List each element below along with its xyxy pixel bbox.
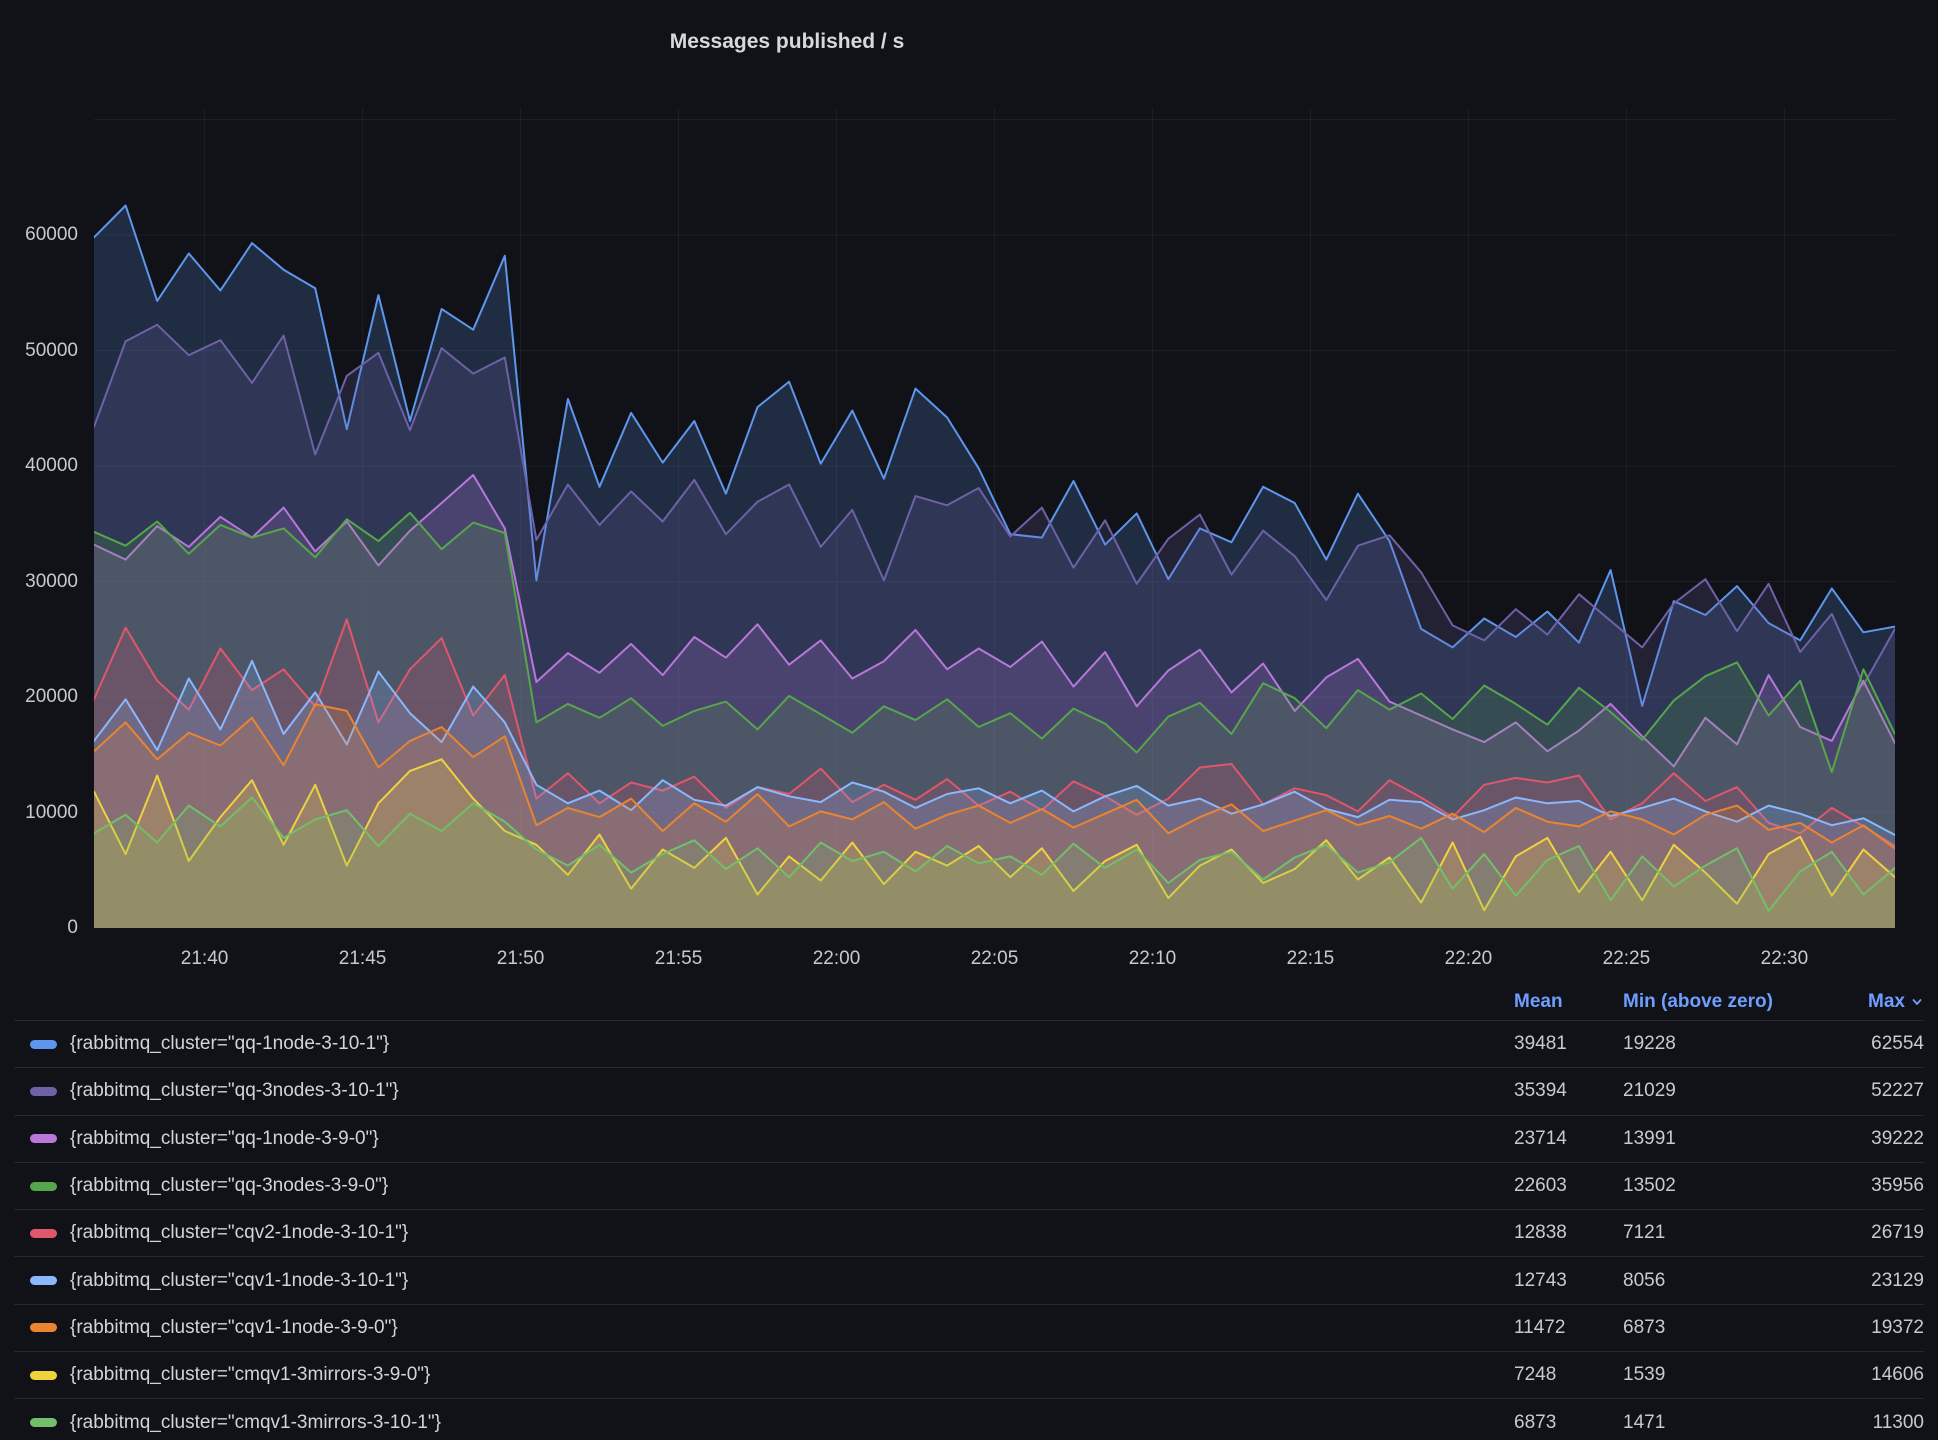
x-axis-label: 22:00	[777, 948, 897, 970]
legend-value-min_above_zero: 13502	[1623, 1175, 1854, 1197]
legend-row[interactable]: {rabbitmq_cluster="qq-3nodes-3-10-1"} 353…	[14, 1067, 1924, 1114]
series-color-swatch[interactable]	[30, 1182, 57, 1191]
legend-value-mean: 7248	[1514, 1364, 1623, 1386]
legend-row[interactable]: {rabbitmq_cluster="cmqv1-3mirrors-3-9-0"…	[14, 1351, 1924, 1398]
legend-series-label[interactable]: {rabbitmq_cluster="cqv1-1node-3-10-1"}	[70, 1270, 408, 1292]
legend-series-label[interactable]: {rabbitmq_cluster="cqv1-1node-3-9-0"}	[70, 1317, 398, 1339]
y-axis-label: 50000	[0, 340, 78, 362]
legend-value-min_above_zero: 1471	[1623, 1412, 1854, 1434]
legend-header: Mean Min (above zero) Max	[14, 984, 1924, 1020]
legend-header-max[interactable]: Max	[1854, 991, 1924, 1013]
series-color-swatch[interactable]	[30, 1040, 57, 1049]
x-axis-label: 21:50	[461, 948, 581, 970]
y-axis-label: 20000	[0, 686, 78, 708]
legend-row[interactable]: {rabbitmq_cluster="cmqv1-3mirrors-3-10-1…	[14, 1398, 1924, 1440]
legend-series-label[interactable]: {rabbitmq_cluster="qq-3nodes-3-9-0"}	[70, 1175, 388, 1197]
legend-value-min_above_zero: 7121	[1623, 1222, 1854, 1244]
legend-value-max: 39222	[1854, 1128, 1924, 1150]
legend-value-min_above_zero: 8056	[1623, 1270, 1854, 1292]
legend-series-label[interactable]: {rabbitmq_cluster="qq-1node-3-9-0"}	[70, 1128, 379, 1150]
legend-value-min_above_zero: 6873	[1623, 1317, 1854, 1339]
legend-value-max: 19372	[1854, 1317, 1924, 1339]
legend-row[interactable]: {rabbitmq_cluster="qq-1node-3-9-0"} 23714…	[14, 1115, 1924, 1162]
legend-table: Mean Min (above zero) Max {rabbitmq_clus…	[14, 984, 1924, 1440]
series-color-swatch[interactable]	[30, 1087, 57, 1096]
legend-value-max: 62554	[1854, 1033, 1924, 1055]
legend-value-mean: 39481	[1514, 1033, 1623, 1055]
legend-series-label[interactable]: {rabbitmq_cluster="cmqv1-3mirrors-3-9-0"…	[70, 1364, 430, 1386]
legend-row[interactable]: {rabbitmq_cluster="cqv2-1node-3-10-1"} 12…	[14, 1209, 1924, 1256]
series-color-swatch[interactable]	[30, 1276, 57, 1285]
y-axis-label: 0	[0, 917, 78, 939]
x-axis-label: 22:20	[1408, 948, 1528, 970]
legend-value-min_above_zero: 19228	[1623, 1033, 1854, 1055]
chart-plot-area[interactable]	[94, 108, 1895, 928]
x-axis-label: 21:55	[619, 948, 739, 970]
legend-series-label[interactable]: {rabbitmq_cluster="qq-3nodes-3-10-1"}	[70, 1080, 399, 1102]
legend-value-mean: 35394	[1514, 1080, 1623, 1102]
series-color-swatch[interactable]	[30, 1418, 57, 1427]
x-axis-label: 22:15	[1250, 948, 1370, 970]
y-axis-label: 30000	[0, 571, 78, 593]
legend-row[interactable]: {rabbitmq_cluster="cqv1-1node-3-10-1"} 12…	[14, 1256, 1924, 1303]
x-axis-label: 22:10	[1092, 948, 1212, 970]
x-axis-label: 22:30	[1724, 948, 1844, 970]
chevron-down-icon	[1910, 995, 1924, 1009]
x-axis-label: 21:40	[145, 948, 265, 970]
legend-header-min[interactable]: Min (above zero)	[1623, 991, 1854, 1013]
legend-value-mean: 6873	[1514, 1412, 1623, 1434]
legend-value-min_above_zero: 1539	[1623, 1364, 1854, 1386]
series-color-swatch[interactable]	[30, 1323, 57, 1332]
legend-header-mean[interactable]: Mean	[1514, 991, 1623, 1013]
legend-value-max: 14606	[1854, 1364, 1924, 1386]
legend-value-max: 35956	[1854, 1175, 1924, 1197]
legend-row[interactable]: {rabbitmq_cluster="qq-3nodes-3-9-0"} 2260…	[14, 1162, 1924, 1209]
legend-series-label[interactable]: {rabbitmq_cluster="qq-1node-3-10-1"}	[70, 1033, 389, 1055]
legend-value-max: 26719	[1854, 1222, 1924, 1244]
y-axis-label: 10000	[0, 802, 78, 824]
legend-value-mean: 11472	[1514, 1317, 1623, 1339]
legend-series-label[interactable]: {rabbitmq_cluster="cqv2-1node-3-10-1"}	[70, 1222, 408, 1244]
legend-rows: {rabbitmq_cluster="qq-1node-3-10-1"} 3948…	[14, 1020, 1924, 1440]
x-axis-label: 22:05	[935, 948, 1055, 970]
x-axis-label: 21:45	[303, 948, 423, 970]
y-axis-label: 40000	[0, 455, 78, 477]
legend-value-max: 52227	[1854, 1080, 1924, 1102]
legend-series-label[interactable]: {rabbitmq_cluster="cmqv1-3mirrors-3-10-1…	[70, 1412, 441, 1434]
legend-row[interactable]: {rabbitmq_cluster="cqv1-1node-3-9-0"} 114…	[14, 1304, 1924, 1351]
legend-value-min_above_zero: 21029	[1623, 1080, 1854, 1102]
legend-value-mean: 12743	[1514, 1270, 1623, 1292]
legend-value-mean: 22603	[1514, 1175, 1623, 1197]
legend-value-max: 23129	[1854, 1270, 1924, 1292]
legend-row[interactable]: {rabbitmq_cluster="qq-1node-3-10-1"} 3948…	[14, 1020, 1924, 1067]
legend-value-mean: 12838	[1514, 1222, 1623, 1244]
grafana-panel: Messages published / s 0 10000 20000 30000 4…	[0, 0, 1938, 1440]
legend-value-mean: 23714	[1514, 1128, 1623, 1150]
series-color-swatch[interactable]	[30, 1371, 57, 1380]
panel-title: Messages published / s	[670, 30, 905, 54]
x-axis-label: 22:25	[1566, 948, 1686, 970]
legend-value-min_above_zero: 13991	[1623, 1128, 1854, 1150]
y-axis-label: 60000	[0, 224, 78, 246]
series-color-swatch[interactable]	[30, 1229, 57, 1238]
series-color-swatch[interactable]	[30, 1134, 57, 1143]
legend-value-max: 11300	[1854, 1412, 1924, 1434]
